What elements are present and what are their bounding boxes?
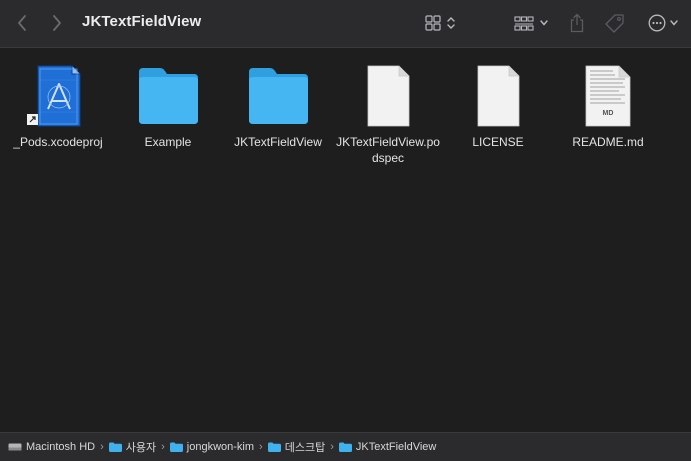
group-by-button[interactable] (514, 11, 549, 35)
toolbar: JKTextFieldView (0, 0, 691, 48)
folder-item[interactable]: Example (113, 64, 223, 150)
back-button[interactable] (11, 12, 33, 34)
file-name: JKTextFieldView (234, 135, 322, 149)
window-title: JKTextFieldView (82, 13, 202, 30)
folder-icon (338, 442, 352, 452)
markdown-document-icon (585, 65, 631, 127)
chevron-down-icon (670, 20, 678, 26)
path-item-desktop[interactable]: 데스크탑 (267, 439, 325, 455)
share-button[interactable] (569, 11, 585, 35)
hard-drive-icon (8, 443, 22, 451)
file-name: _Pods.xcodeproj (13, 135, 103, 149)
file-grid: _Pods.xcodeproj Example JKTextFieldView (0, 48, 691, 432)
document-icon (367, 65, 410, 127)
file-item[interactable]: JKTextFieldView.podspec (333, 64, 443, 166)
chevron-down-icon (540, 20, 548, 26)
xcode-project-icon (27, 65, 81, 127)
file-name: JKTextFieldView.podspec (336, 135, 440, 165)
grid-view-icon (425, 15, 441, 31)
forward-button[interactable] (46, 12, 68, 34)
group-by-icon (514, 16, 534, 31)
folder-icon (169, 442, 183, 452)
view-mode-button[interactable] (425, 11, 456, 35)
chevron-left-icon (18, 15, 26, 31)
share-icon (570, 13, 584, 33)
file-name: Example (144, 135, 192, 149)
chevron-right-icon (53, 15, 61, 31)
file-type-badge: MD (602, 110, 614, 117)
folder-icon (108, 442, 122, 452)
file-item[interactable]: MD README.md (553, 64, 663, 150)
file-item[interactable]: LICENSE (443, 64, 553, 150)
folder-icon (249, 68, 308, 124)
file-name: LICENSE (472, 135, 524, 149)
path-item-macintosh-hd[interactable]: Macintosh HD (8, 441, 95, 453)
chevron-updown-icon (447, 17, 455, 29)
tag-button[interactable] (604, 11, 626, 35)
document-icon (477, 65, 520, 127)
folder-item[interactable]: JKTextFieldView (223, 64, 333, 150)
path-bar: Macintosh HD › 사용자 › jongkwon-kim › 데스크탑… (0, 432, 691, 461)
folder-icon (139, 68, 198, 124)
folder-icon (267, 442, 281, 452)
tag-icon (605, 14, 624, 33)
path-item-users[interactable]: 사용자 (108, 439, 156, 455)
more-button[interactable] (648, 11, 679, 35)
file-item[interactable]: _Pods.xcodeproj (3, 64, 113, 150)
path-item-current-folder[interactable]: JKTextFieldView (338, 441, 436, 453)
file-name: README.md (572, 135, 644, 149)
ellipsis-circle-icon (648, 14, 666, 32)
path-item-home[interactable]: jongkwon-kim (169, 441, 254, 453)
